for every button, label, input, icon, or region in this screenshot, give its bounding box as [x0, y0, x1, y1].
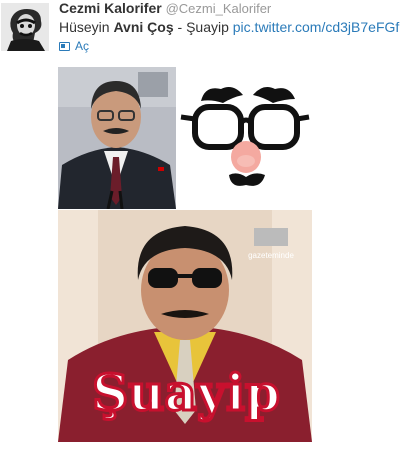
media-icon [59, 41, 70, 51]
meme-caption: Şuayip [92, 363, 280, 422]
display-name[interactable]: Cezmi Kalorifer [59, 0, 162, 16]
tweet-text-bold: Avni Çoş [113, 19, 174, 35]
photo-politician[interactable] [58, 67, 176, 209]
tweet-header: Cezmi Kalorifer @Cezmi_Kalorifer [59, 0, 271, 17]
photo-suayip-meme[interactable]: gazeteminde Şuayip [58, 210, 312, 442]
watermark: gazeteminde [248, 251, 294, 260]
tweet-text-prefix: Hüseyin [59, 19, 114, 35]
user-handle[interactable]: @Cezmi_Kalorifer [166, 1, 272, 16]
pic-link[interactable]: pic.twitter.com/cd3jB7eFGf [233, 19, 400, 35]
photo-disguise-glasses[interactable] [177, 67, 312, 209]
avatar-image [1, 3, 49, 51]
expand-button[interactable]: Aç [59, 39, 89, 53]
tweet-text-sep: - Şuayip [173, 19, 233, 35]
avatar[interactable] [1, 3, 49, 51]
expand-label: Aç [75, 39, 90, 53]
tweet-text: Hüseyin Avni Çoş - Şuayip pic.twitter.co… [59, 18, 399, 36]
